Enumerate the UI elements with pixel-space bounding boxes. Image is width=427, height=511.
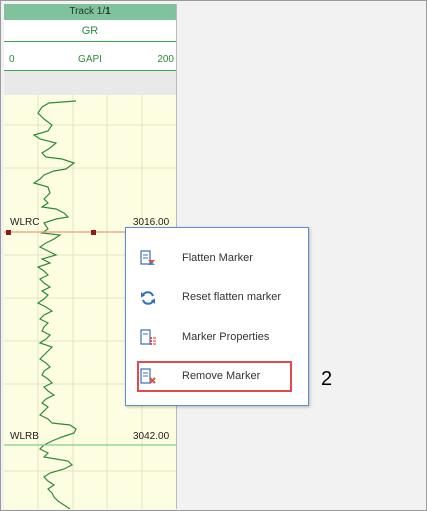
menu-item-marker-properties[interactable]: Marker Properties: [126, 321, 308, 355]
remove-marker-highlight: [137, 361, 292, 392]
marker-handle-left: [6, 230, 11, 235]
curve-scale: 0 GAPI 200: [4, 52, 176, 68]
step-number: 2: [321, 368, 333, 390]
track-title[interactable]: Track 1/1: [4, 4, 176, 20]
menu-label-flatten-marker: Flatten Marker: [182, 252, 253, 264]
curve-name[interactable]: GR: [4, 21, 176, 42]
marker-depth-wlrb: 3042.00: [133, 431, 170, 442]
gr-curve: [32, 100, 77, 509]
flatten-marker-icon: [139, 250, 157, 268]
menu-item-flatten-marker[interactable]: Flatten Marker: [126, 242, 308, 276]
header-gap: [4, 71, 176, 95]
menu-label-marker-properties: Marker Properties: [182, 331, 270, 343]
scale-max: 200: [157, 54, 174, 65]
scale-unit: GAPI: [78, 54, 102, 65]
track-title-prefix: Track 1/: [69, 6, 106, 17]
menu-label-reset-flatten-marker: Reset flatten marker: [182, 291, 282, 303]
marker-label-wlrc[interactable]: WLRC: [10, 217, 39, 228]
track-title-count: 1: [105, 6, 111, 17]
marker-properties-icon: [139, 329, 157, 347]
marker-handle-mid: [91, 230, 96, 235]
marker-label-wlrb[interactable]: WLRB: [10, 431, 39, 442]
app-frame: Track 1/1 GR 0 GAPI 200 WLRC 3016.00 WLR…: [0, 0, 427, 511]
menu-item-reset-flatten-marker[interactable]: Reset flatten marker: [126, 281, 308, 315]
refresh-icon: [139, 289, 157, 307]
